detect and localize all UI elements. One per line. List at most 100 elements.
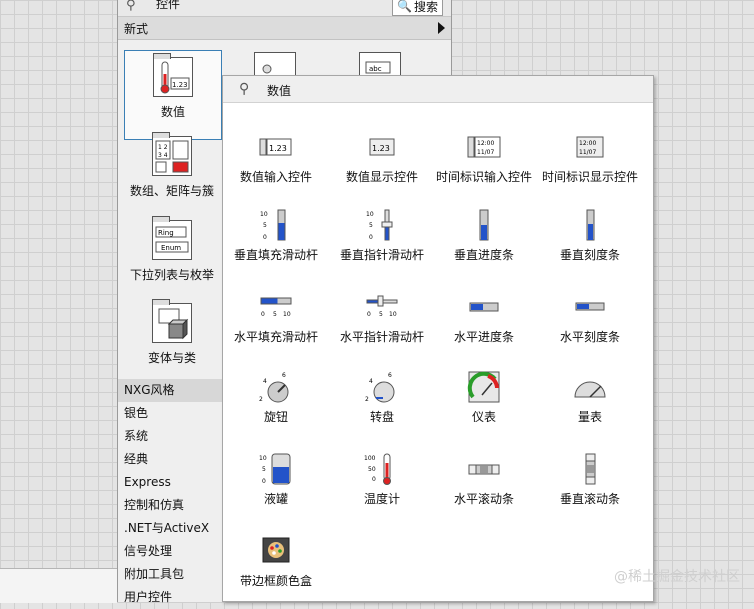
search-button[interactable]: 🔍 搜索 — [392, 0, 443, 16]
palette-list-item[interactable]: 经典 — [118, 448, 224, 471]
numeric-control-item[interactable]: 仪表 — [431, 371, 537, 425]
numeric-category-icon: 1.23 — [153, 53, 193, 97]
numeric-control-item[interactable]: 4 6 2 旋钮 — [223, 371, 329, 425]
control-label: 量表 — [577, 410, 602, 424]
horizontal-progress-bar-icon — [466, 291, 502, 323]
palette-list-item[interactable]: .NET与ActiveX — [118, 517, 224, 540]
tick-text: 10 — [366, 211, 374, 218]
control-label: 时间标识显示控件 — [541, 170, 638, 184]
control-label: 数值显示控件 — [345, 170, 418, 184]
category-label: 下拉列表与枚举 — [129, 268, 214, 282]
control-label: 水平指针滑动杆 — [339, 330, 424, 344]
tick-text: 10 — [283, 311, 291, 318]
numeric-control-item[interactable]: 垂直滚动条 — [537, 453, 643, 507]
array-category-icon: 1 23 4 — [152, 132, 192, 176]
palette-list-item[interactable]: 用户控件 — [118, 586, 224, 609]
tank-icon: 10 5 0 — [258, 453, 294, 485]
timestamp-control-icon: 12:00 11/07 — [466, 131, 502, 163]
numeric-control-item[interactable]: 1.23 数值输入控件 — [223, 131, 329, 185]
numeric-control-item[interactable]: 垂直进度条 — [431, 209, 537, 263]
numeric-control-item[interactable]: 4 6 2 转盘 — [329, 371, 435, 425]
control-label: 垂直进度条 — [453, 248, 514, 262]
hidden-category-tile — [254, 52, 296, 77]
numeric-control-item[interactable]: 12:00 11/07 时间标识显示控件 — [537, 131, 643, 185]
control-label: 垂直指针滑动杆 — [339, 248, 424, 262]
numeric-control-item[interactable]: 10 5 0 垂直指针滑动杆 — [329, 209, 435, 263]
control-label: 水平进度条 — [453, 330, 514, 344]
timestamp-indicator-icon: 12:00 11/07 — [572, 131, 608, 163]
tick-text: 6 — [388, 372, 392, 379]
palette-list-item[interactable]: 控制和仿真 — [118, 494, 224, 517]
pin-icon[interactable]: ⚲ — [239, 81, 249, 97]
tick-text: 100 — [364, 455, 376, 462]
numeric-control-item[interactable]: 0 5 10 水平填充滑动杆 — [223, 291, 329, 345]
control-label: 带边框颜色盒 — [239, 574, 312, 588]
tick-text: 0 — [261, 311, 265, 318]
tick-text: 0 — [262, 478, 266, 485]
palette-list-item[interactable]: 银色 — [118, 402, 224, 425]
numeric-control-item[interactable]: 10 5 0 垂直填充滑动杆 — [223, 209, 329, 263]
numeric-control-item[interactable]: 1.23 数值显示控件 — [329, 131, 435, 185]
tick-text: 50 — [368, 466, 376, 473]
framed-color-box-icon — [258, 535, 294, 567]
control-label: 液罐 — [263, 492, 288, 506]
numeric-control-item[interactable]: 带边框颜色盒 — [223, 535, 329, 589]
tick-text: 10 — [259, 455, 267, 462]
dial-icon: 4 6 2 — [364, 371, 400, 403]
numeric-control-item[interactable]: 0 5 10 水平指针滑动杆 — [329, 291, 435, 345]
palette-list-item[interactable]: 附加工具包 — [118, 563, 224, 586]
palette-list-item[interactable]: 系统 — [118, 425, 224, 448]
numeric-control-item[interactable]: 水平滚动条 — [431, 453, 537, 507]
numeric-control-item[interactable]: 垂直刻度条 — [537, 209, 643, 263]
date-text: 11/07 — [477, 149, 494, 156]
new-style-label: 新式 — [124, 22, 149, 36]
control-label: 时间标识输入控件 — [435, 170, 532, 184]
control-label: 水平刻度条 — [559, 330, 620, 344]
category-label: 数值 — [160, 105, 185, 119]
tick-text: 0 — [367, 311, 371, 318]
pin-icon[interactable]: ⚲ — [126, 0, 136, 13]
control-label: 旋钮 — [263, 410, 288, 424]
category-variant-class[interactable]: 变体与类 — [124, 299, 220, 366]
palette-list-item[interactable]: NXG风格 — [118, 379, 224, 402]
enum-text: Enum — [161, 244, 181, 252]
control-label: 水平滚动条 — [453, 492, 514, 506]
numeric-control-item[interactable]: 水平刻度条 — [537, 291, 643, 345]
control-label: 垂直填充滑动杆 — [233, 248, 318, 262]
numeric-subpalette-title: 数值 — [267, 84, 292, 98]
numeric-control-item[interactable]: 量表 — [537, 371, 643, 425]
horizontal-scrollbar-icon — [466, 453, 502, 485]
palette-list-item[interactable]: 信号处理 — [118, 540, 224, 563]
vertical-graduated-bar-icon — [572, 209, 608, 241]
horizontal-pointer-slide-icon: 0 5 10 — [364, 291, 400, 323]
vertical-progress-bar-icon — [466, 209, 502, 241]
category-ring-enum[interactable]: Ring Enum 下拉列表与枚举 — [124, 216, 220, 283]
control-label: 转盘 — [369, 410, 394, 424]
vertical-fill-slide-icon: 10 5 0 — [258, 209, 294, 241]
new-style-row[interactable]: 新式 — [118, 17, 451, 40]
numeric-control-item[interactable]: 10 5 0 液罐 — [223, 453, 329, 507]
category-numeric[interactable]: 1.23 数值 — [124, 50, 222, 140]
control-label: 垂直刻度条 — [559, 248, 620, 262]
tick-text: 0 — [369, 234, 373, 241]
numeric-control-icon: 1.23 — [258, 131, 294, 163]
numeric-control-item[interactable]: 水平进度条 — [431, 291, 537, 345]
hidden-category-tile: abc — [359, 52, 401, 77]
horizontal-graduated-bar-icon — [572, 291, 608, 323]
vertical-scrollbar-icon — [572, 453, 608, 485]
palette-list: NXG风格 银色 系统 经典 Express 控制和仿真 .NET与Active… — [118, 379, 224, 609]
numeric-control-item[interactable]: 12:00 11/07 时间标识输入控件 — [431, 131, 537, 185]
ring-text: Ring — [158, 229, 174, 237]
tick-text: 4 — [369, 378, 373, 385]
palette-list-item[interactable]: Express — [118, 471, 224, 494]
tick-text: 10 — [389, 311, 397, 318]
horizontal-fill-slide-icon: 0 5 10 — [258, 291, 294, 323]
tick-text: 5 — [273, 311, 277, 318]
numeric-control-item[interactable]: 100 50 0 温度计 — [329, 453, 435, 507]
tick-text: 0 — [263, 234, 267, 241]
numeric-subpalette: ⚲ 数值 1.23 数值输入控件 1.23 数值显示控件 12:00 11/07 … — [222, 75, 654, 602]
thermometer-icon: 100 50 0 — [364, 453, 400, 485]
category-array-matrix-cluster[interactable]: 1 23 4 数组、矩阵与簇 — [124, 132, 220, 199]
time-text: 12:00 — [477, 140, 494, 147]
tick-text: 5 — [369, 222, 373, 229]
